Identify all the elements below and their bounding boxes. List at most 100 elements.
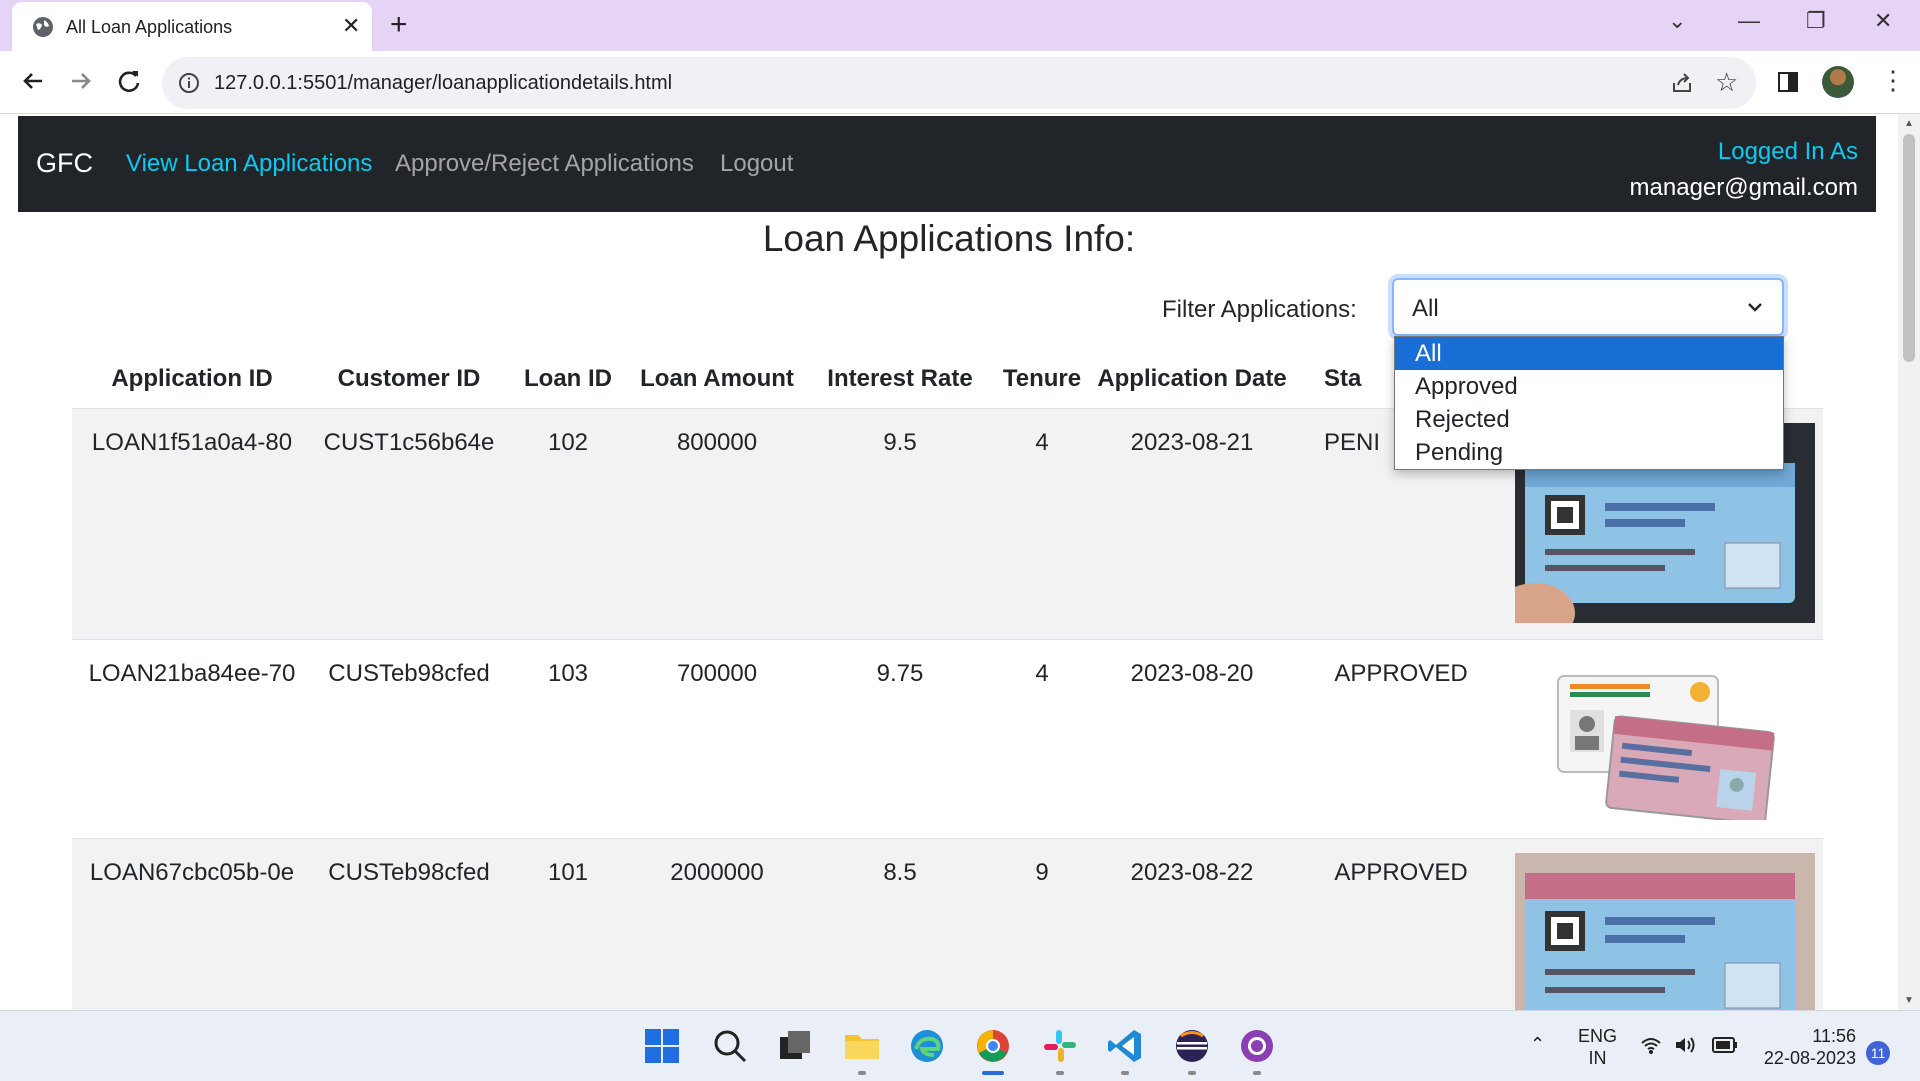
taskbar-running-indicator — [858, 1071, 866, 1075]
eclipse-icon[interactable] — [1173, 1027, 1211, 1065]
github-desktop-icon[interactable] — [1238, 1027, 1276, 1065]
close-tab-icon[interactable]: ✕ — [342, 14, 360, 38]
file-explorer-icon[interactable] — [843, 1027, 881, 1065]
windows-taskbar: ⌃ ENG IN 11:56 22-08-2023 11 — [0, 1010, 1920, 1081]
cell-loan-amount: 700000 — [630, 639, 804, 839]
taskbar-active-indicator — [982, 1071, 1004, 1075]
cell-application-date: 2023-08-21 — [1088, 408, 1296, 640]
cell-customer-id: CUSTeb98cfed — [312, 639, 506, 839]
address-bar[interactable]: 127.0.0.1:5501/manager/loanapplicationde… — [162, 57, 1756, 109]
bookmark-star-icon[interactable]: ☆ — [1715, 69, 1738, 95]
wifi-icon[interactable] — [1640, 1035, 1662, 1055]
nav-logout[interactable]: Logout — [720, 150, 793, 178]
browser-toolbar: 127.0.0.1:5501/manager/loanapplicationde… — [0, 51, 1920, 114]
filter-select[interactable]: All — [1392, 278, 1784, 336]
header-application-id: Application ID — [72, 350, 312, 409]
clock-time: 11:56 — [1812, 1026, 1856, 1046]
cell-interest-rate: 9.75 — [804, 639, 996, 839]
cell-application-id: LOAN1f51a0a4-80 — [72, 408, 312, 640]
cell-interest-rate: 9.5 — [804, 408, 996, 640]
slack-icon[interactable] — [1041, 1027, 1079, 1065]
filter-dropdown-list: All Approved Rejected Pending — [1394, 336, 1784, 470]
profile-avatar[interactable] — [1822, 66, 1854, 98]
side-panel-icon[interactable] — [1778, 72, 1798, 92]
scrollbar-thumb[interactable] — [1903, 134, 1915, 362]
header-loan-id: Loan ID — [506, 350, 630, 409]
cell-status: APPROVED — [1296, 639, 1506, 839]
nav-approve-reject-applications[interactable]: Approve/Reject Applications — [395, 150, 694, 178]
search-icon[interactable] — [711, 1027, 749, 1065]
header-customer-id: Customer ID — [312, 350, 506, 409]
cell-application-date: 2023-08-22 — [1088, 838, 1296, 1010]
filter-option-all[interactable]: All — [1395, 337, 1783, 370]
header-tenure: Tenure — [996, 350, 1088, 409]
cell-document — [1506, 639, 1823, 839]
header-loan-amount: Loan Amount — [630, 350, 804, 409]
share-icon[interactable] — [1670, 71, 1694, 95]
filter-option-approved[interactable]: Approved — [1395, 370, 1783, 403]
cell-tenure: 4 — [996, 639, 1088, 839]
back-arrow-icon[interactable] — [18, 66, 48, 96]
restore-icon[interactable]: ❐ — [1806, 8, 1826, 34]
filter-option-rejected[interactable]: Rejected — [1395, 403, 1783, 436]
volume-icon[interactable] — [1674, 1035, 1698, 1055]
cell-application-id: LOAN21ba84ee-70 — [72, 639, 312, 839]
scroll-down-icon[interactable]: ▼ — [1904, 995, 1914, 1006]
browser-tab[interactable]: All Loan Applications ✕ — [12, 2, 372, 51]
cell-interest-rate: 8.5 — [804, 838, 996, 1010]
chrome-icon[interactable] — [974, 1027, 1012, 1065]
table-row: LOAN21ba84ee-70 CUSTeb98cfed 103 700000 … — [72, 639, 1823, 839]
page-scrollbar[interactable]: ▲ ▼ — [1898, 114, 1920, 1010]
logged-in-label: Logged In As — [1717, 138, 1858, 165]
cell-status: APPROVED — [1296, 838, 1506, 1010]
cell-document — [1506, 838, 1823, 1010]
region-code: IN — [1588, 1048, 1607, 1068]
battery-icon[interactable] — [1712, 1037, 1738, 1053]
page-title: Loan Applications Info: — [762, 218, 1136, 259]
reload-icon[interactable] — [114, 66, 144, 96]
vscode-icon[interactable] — [1106, 1027, 1144, 1065]
filter-label: Filter Applications: — [1162, 296, 1357, 323]
system-clock[interactable]: 11:56 22-08-2023 — [1760, 1025, 1856, 1069]
logged-in-email: manager@gmail.com — [1629, 174, 1858, 201]
filter-option-pending[interactable]: Pending — [1395, 436, 1783, 469]
table-row: LOAN67cbc05b-0e CUSTeb98cfed 101 2000000… — [72, 838, 1823, 1010]
site-info-icon[interactable] — [178, 72, 200, 94]
notification-badge[interactable]: 11 — [1866, 1041, 1890, 1065]
new-tab-icon[interactable]: + — [390, 10, 408, 40]
tab-title: All Loan Applications — [66, 17, 233, 37]
close-window-icon[interactable]: ✕ — [1874, 8, 1892, 34]
aadhaar-pan-cards-image[interactable] — [1550, 670, 1780, 820]
menu-kebab-icon[interactable]: ⋮ — [1880, 65, 1906, 95]
pan-card-image[interactable] — [1514, 853, 1815, 1010]
site-navbar: GFC View Loan Applications Approve/Rejec… — [18, 116, 1876, 212]
windows-start-icon[interactable] — [643, 1027, 681, 1065]
scroll-up-icon[interactable]: ▲ — [1904, 118, 1914, 129]
chevron-down-icon — [1748, 303, 1762, 312]
edge-icon[interactable] — [908, 1027, 946, 1065]
page-viewport: GFC View Loan Applications Approve/Rejec… — [0, 114, 1898, 1010]
task-view-icon[interactable] — [776, 1027, 814, 1065]
language-code: ENG — [1578, 1026, 1618, 1046]
cell-application-date: 2023-08-20 — [1088, 639, 1296, 839]
tab-search-chevron-icon[interactable]: ⌄ — [1668, 8, 1686, 34]
globe-icon — [33, 17, 53, 37]
nav-view-loan-applications[interactable]: View Loan Applications — [126, 150, 372, 178]
tray-chevron-up-icon[interactable]: ⌃ — [1530, 1033, 1545, 1055]
forward-arrow-icon[interactable] — [66, 66, 96, 96]
cell-loan-id: 102 — [506, 408, 630, 640]
minimize-icon[interactable]: — — [1738, 8, 1760, 34]
header-interest-rate: Interest Rate — [804, 350, 996, 409]
cell-tenure: 9 — [996, 838, 1088, 1010]
clock-date: 22-08-2023 — [1763, 1048, 1856, 1068]
navbar-brand[interactable]: GFC — [36, 148, 93, 179]
cell-customer-id: CUST1c56b64e — [312, 408, 506, 640]
cell-loan-amount: 2000000 — [630, 838, 804, 1010]
cell-customer-id: CUSTeb98cfed — [312, 838, 506, 1010]
filter-selected-value: All — [1412, 295, 1439, 322]
language-indicator[interactable]: ENG IN — [1578, 1025, 1617, 1069]
header-application-date: Application Date — [1088, 350, 1296, 409]
cell-loan-amount: 800000 — [630, 408, 804, 640]
cell-loan-id: 101 — [506, 838, 630, 1010]
cell-loan-id: 103 — [506, 639, 630, 839]
